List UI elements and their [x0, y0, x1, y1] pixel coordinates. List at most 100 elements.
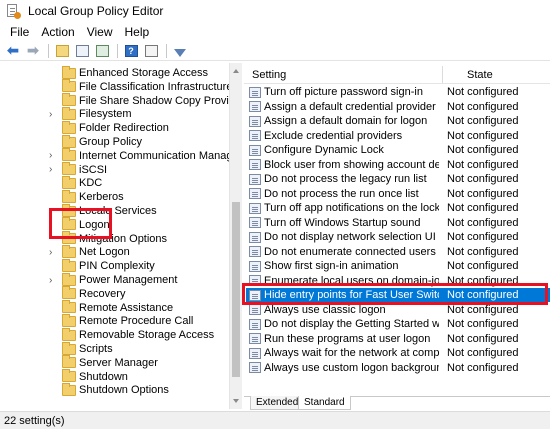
tab-extended[interactable]: Extended: [250, 396, 305, 410]
logon-highlight-box: [49, 208, 112, 239]
header-divider: [244, 83, 550, 84]
setting-row[interactable]: Do not process the legacy run list Not co…: [246, 172, 550, 186]
setting-state: Not configured: [447, 86, 519, 98]
tree-item[interactable]: Scripts: [0, 341, 229, 356]
tree-item[interactable]: Folder Redirection: [0, 120, 229, 135]
setting-name: Do not process the run once list: [264, 187, 419, 200]
menu-view[interactable]: View: [81, 25, 119, 39]
folder-icon: [62, 162, 76, 176]
folder-icon: [62, 79, 76, 93]
setting-row[interactable]: Always wait for the network at computer …: [246, 346, 550, 360]
column-header-state[interactable]: State: [467, 66, 493, 83]
forward-icon[interactable]: ➡: [24, 42, 42, 60]
setting-row[interactable]: Block user from showing account details …: [246, 158, 550, 172]
setting-name: Turn off picture password sign-in: [264, 86, 423, 98]
tree-item[interactable]: Server Manager: [0, 355, 229, 370]
tree-item-label: Internet Communication Manageme: [79, 149, 242, 162]
folder-icon: [62, 272, 76, 286]
setting-row[interactable]: Do not process the run once list Not conf…: [246, 187, 550, 201]
toolbar-separator: [166, 43, 167, 58]
tree-item[interactable]: PIN Complexity: [0, 258, 229, 273]
column-divider[interactable]: [442, 66, 443, 83]
setting-row[interactable]: Exclude credential providers Not configur…: [246, 129, 550, 143]
tree-item[interactable]: › iSCSI: [0, 162, 229, 177]
tree-item[interactable]: File Classification Infrastructure: [0, 79, 233, 94]
policy-setting-icon: [249, 115, 261, 127]
tree-item[interactable]: › Net Logon: [0, 244, 229, 259]
tree-item[interactable]: Remote Procedure Call: [0, 313, 229, 328]
expand-chevron-icon[interactable]: ›: [49, 275, 52, 286]
tree-item[interactable]: KDC: [0, 175, 229, 190]
setting-name: Run these programs at user logon: [264, 332, 431, 345]
expand-chevron-icon[interactable]: ›: [49, 247, 52, 258]
tree-item[interactable]: Kerberos: [0, 189, 229, 204]
properties-icon[interactable]: [142, 42, 160, 60]
folder-icon: [62, 286, 76, 300]
folder-icon: [62, 327, 76, 341]
tree-item[interactable]: Shutdown: [0, 369, 229, 384]
setting-row[interactable]: Do not display network selection UI Not c…: [246, 230, 550, 244]
filter-icon[interactable]: [171, 42, 189, 60]
menu-help[interactable]: Help: [119, 25, 156, 39]
folder-icon: [62, 148, 76, 162]
setting-row[interactable]: Assign a default credential provider Not …: [246, 100, 550, 114]
tree-item[interactable]: Recovery: [0, 286, 229, 301]
tree-item[interactable]: File Share Shadow Copy Provider: [0, 93, 241, 108]
setting-row[interactable]: Assign a default domain for logon Not con…: [246, 114, 550, 128]
tab-standard[interactable]: Standard: [298, 396, 351, 410]
show-hide-tree-icon[interactable]: [73, 42, 91, 60]
console-tree: Enhanced Storage Access File Classificati…: [0, 63, 242, 409]
tree-item[interactable]: Enhanced Storage Access: [0, 65, 229, 80]
scrollbar-thumb[interactable]: [232, 202, 240, 377]
tree-item[interactable]: › Power Management: [0, 272, 229, 287]
tree-item-label: Shutdown Options: [79, 384, 169, 397]
setting-name: Assign a default credential provider: [264, 100, 436, 113]
tree-item[interactable]: Group Policy: [0, 134, 229, 149]
setting-state: Not configured: [447, 260, 519, 272]
setting-row[interactable]: Always use custom logon background Not co…: [246, 361, 550, 375]
setting-row[interactable]: Turn off picture password sign-in Not con…: [246, 85, 550, 99]
tree-item[interactable]: Shutdown Options: [0, 382, 229, 397]
tree-item-label: Enhanced Storage Access: [79, 67, 209, 79]
tree-item[interactable]: Logon: [0, 217, 229, 232]
menu-action[interactable]: Action: [35, 25, 80, 39]
menu-file[interactable]: File: [4, 25, 35, 39]
setting-name: Always use classic logon: [264, 303, 386, 316]
export-list-icon[interactable]: [93, 42, 111, 60]
expand-chevron-icon[interactable]: ›: [49, 164, 52, 175]
tree-item-label: KDC: [79, 177, 103, 190]
back-icon[interactable]: ⬅: [4, 42, 22, 60]
tree-item[interactable]: Locale Services: [0, 203, 229, 218]
folder-icon: [62, 175, 76, 189]
policy-setting-icon: [249, 202, 261, 214]
toolbar-separator: [48, 43, 49, 58]
tree-item-label: Power Management: [79, 274, 178, 286]
policy-setting-icon: [249, 318, 261, 330]
tree-item[interactable]: Removable Storage Access: [0, 327, 229, 342]
tree-item-label: File Classification Infrastructure: [79, 80, 233, 93]
tree-item[interactable]: › Filesystem: [0, 106, 229, 121]
tree-scrollbar[interactable]: [229, 63, 242, 409]
help-icon[interactable]: ?: [122, 42, 140, 60]
scroll-up-icon[interactable]: [233, 69, 239, 73]
toolbar-separator: [117, 43, 118, 58]
column-header-setting[interactable]: Setting: [252, 66, 286, 83]
tree-item[interactable]: › Internet Communication Manageme: [0, 148, 241, 163]
setting-row[interactable]: Show first sign-in animation Not configur…: [246, 259, 550, 273]
setting-state: Not configured: [447, 347, 519, 359]
scroll-down-icon[interactable]: [233, 399, 239, 403]
group-policy-app-icon: [6, 4, 21, 19]
policy-setting-icon: [249, 144, 261, 156]
setting-row[interactable]: Turn off Windows Startup sound Not config…: [246, 216, 550, 230]
setting-row[interactable]: Turn off app notifications on the lock s…: [246, 201, 550, 215]
tree-item[interactable]: Remote Assistance: [0, 300, 229, 315]
up-folder-icon[interactable]: [53, 42, 71, 60]
setting-row[interactable]: Run these programs at user logon Not conf…: [246, 332, 550, 346]
expand-chevron-icon[interactable]: ›: [49, 109, 52, 120]
expand-chevron-icon[interactable]: ›: [49, 150, 52, 161]
setting-row[interactable]: Do not enumerate connected users on do..…: [246, 245, 550, 259]
setting-row[interactable]: Do not display the Getting Started welco…: [246, 317, 550, 331]
tree-item[interactable]: Mitigation Options: [0, 231, 229, 246]
setting-name: Exclude credential providers: [264, 129, 403, 142]
setting-row[interactable]: Configure Dynamic Lock Not configured: [246, 143, 550, 157]
